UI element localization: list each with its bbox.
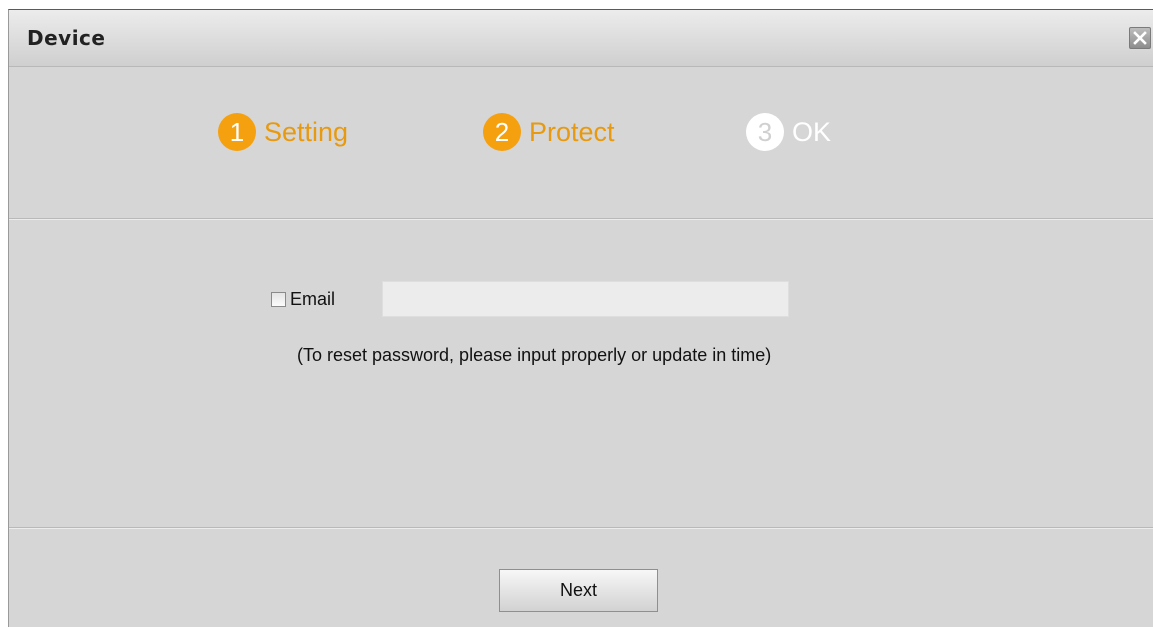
email-option: Email (271, 281, 335, 317)
step-1-badge: 1 (218, 113, 256, 151)
email-field[interactable] (382, 281, 789, 317)
step-3-badge: 3 (746, 113, 784, 151)
step-1-label: Setting (264, 116, 349, 147)
step-2-badge: 2 (483, 113, 521, 151)
header-divider (9, 218, 1153, 220)
step-setting: 1 Setting (218, 110, 348, 154)
reset-hint: (To reset password, please input properl… (297, 345, 772, 365)
step-3-label: OK (792, 116, 832, 147)
title-bar: Device (9, 10, 1153, 67)
wizard-steps: 1 Setting 2 Protect 3 OK (9, 66, 1153, 218)
step-2-label: Protect (529, 116, 615, 147)
step-protect: 2 Protect (483, 110, 615, 154)
footer-divider (9, 527, 1153, 529)
email-label: Email (290, 288, 336, 309)
step-ok: 3 OK (746, 110, 831, 154)
dialog-title: Device (27, 26, 106, 50)
next-button[interactable]: Next (499, 569, 658, 612)
device-dialog: Device 1 Setting 2 Protect 3 OK Email (T… (8, 9, 1153, 627)
email-checkbox[interactable] (271, 291, 286, 307)
close-icon (1133, 31, 1147, 45)
close-button[interactable] (1129, 27, 1151, 49)
